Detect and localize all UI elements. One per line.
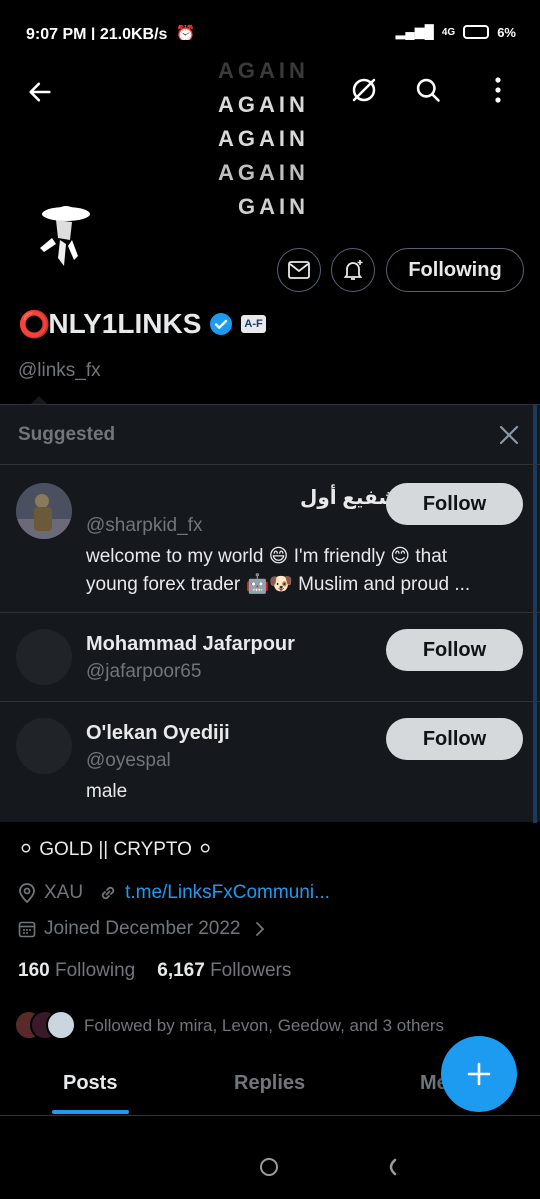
followed-by-avatars[interactable]: [14, 1010, 78, 1042]
followers-count-link[interactable]: 6,167 Followers: [157, 960, 291, 982]
grok-button[interactable]: [344, 70, 384, 110]
following-button[interactable]: Following: [386, 248, 524, 292]
follow-button[interactable]: Follow: [386, 483, 523, 525]
banner-text-line: GAIN: [238, 194, 309, 219]
follow-button[interactable]: Follow: [386, 718, 523, 760]
more-vertical-icon: [495, 77, 501, 103]
back-button[interactable]: [20, 72, 60, 112]
back-nav-icon[interactable]: [384, 1158, 398, 1176]
follow-button[interactable]: Follow: [386, 629, 523, 671]
tab-posts[interactable]: Posts: [63, 1072, 117, 1095]
profile-meta-row: XAU t.me/LinksFxCommuni...: [18, 882, 330, 904]
network-type: 4G: [441, 26, 456, 38]
battery-level: 6%: [497, 24, 516, 40]
profile-link[interactable]: t.me/LinksFxCommuni...: [125, 882, 330, 904]
suggested-title: Suggested: [18, 424, 116, 445]
banner-text-line: AGAIN: [218, 58, 309, 83]
followed-by-text[interactable]: Followed by mira, Levon, Geedow, and 3 o…: [84, 1016, 444, 1036]
envelope-icon: [288, 261, 310, 279]
avatar[interactable]: [16, 629, 72, 685]
arrow-left-icon: [29, 82, 51, 102]
suggested-user-handle: @sharpkid_fx: [86, 515, 203, 536]
verified-badge-icon: [210, 313, 233, 335]
suggested-user-row[interactable]: شفيع أول @sharpkid_fx welcome to my worl…: [0, 464, 540, 612]
user-photo-icon: [16, 483, 72, 539]
suggested-user-bio: welcome to my world 😄 I'm friendly 😊 tha…: [86, 546, 471, 595]
suggested-user-row[interactable]: Mohammad Jafarpour @jafarpoor65 Follow: [0, 612, 540, 701]
notifications-button[interactable]: [331, 248, 375, 292]
calendar-icon: [18, 921, 36, 938]
signal-icon: ▂▄▆█: [395, 24, 434, 39]
suggested-user-name: شفيع أول: [300, 487, 399, 509]
banner-text-line: AGAIN: [218, 160, 309, 185]
battery-icon: [463, 25, 490, 39]
following-count-link[interactable]: 160 Following: [18, 960, 135, 982]
link-icon: [101, 886, 115, 900]
tab-replies[interactable]: Replies: [234, 1072, 305, 1095]
search-button[interactable]: [408, 70, 448, 110]
profile-bio: ⚪ GOLD || CRYPTO ⚪: [18, 839, 214, 860]
grok-icon: [352, 78, 376, 102]
suggested-user-handle: @jafarpoor65: [86, 661, 202, 682]
suggested-user-row[interactable]: O'lekan Oyediji @oyespal male Follow: [0, 701, 540, 822]
straw-hat-avatar-icon: [40, 206, 90, 266]
follow-counts: 160 Following 6,167 Followers: [18, 960, 291, 982]
banner-text-line: AGAIN: [218, 92, 309, 117]
profile-display-name: NLY1LINKS: [48, 308, 202, 339]
compose-post-button[interactable]: [441, 1036, 517, 1112]
dismiss-suggested-button[interactable]: [494, 420, 524, 450]
profile-handle: @links_fx: [18, 360, 101, 381]
home-nav-button[interactable]: [260, 1158, 278, 1176]
active-tab-indicator: [52, 1110, 129, 1114]
banner-text-line: AGAIN: [218, 126, 309, 151]
red-circle-emoji: ⭕: [18, 308, 51, 339]
affiliate-badge[interactable]: A-F: [241, 315, 266, 333]
profile-name: ⭕ NLY1LINKS A-F: [18, 308, 266, 340]
suggested-user-name: Mohammad Jafarpour: [86, 633, 295, 655]
location-pin-icon: [19, 883, 35, 903]
suggested-user-handle: @oyespal: [86, 750, 171, 771]
profile-joined-date: Joined December 2022: [44, 918, 241, 939]
message-button[interactable]: [277, 248, 321, 292]
close-icon: [499, 425, 519, 445]
bell-plus-icon: [343, 260, 363, 280]
plus-icon: [467, 1062, 491, 1086]
suggested-user-bio: male: [86, 781, 128, 802]
status-indicators: ▂▄▆█ 4G 6%: [395, 24, 516, 40]
system-navigation-bar: [0, 1140, 540, 1199]
chevron-right-icon: [256, 922, 265, 936]
profile-avatar[interactable]: [22, 198, 102, 274]
avatar: [46, 1010, 76, 1040]
avatar[interactable]: [16, 718, 72, 774]
profile-location: XAU: [44, 882, 84, 903]
suggested-user-name: O'lekan Oyediji: [86, 722, 230, 744]
more-options-button[interactable]: [478, 70, 518, 110]
search-icon: [416, 78, 440, 102]
avatar[interactable]: [16, 483, 72, 539]
profile-joined-row[interactable]: Joined December 2022: [18, 918, 266, 940]
